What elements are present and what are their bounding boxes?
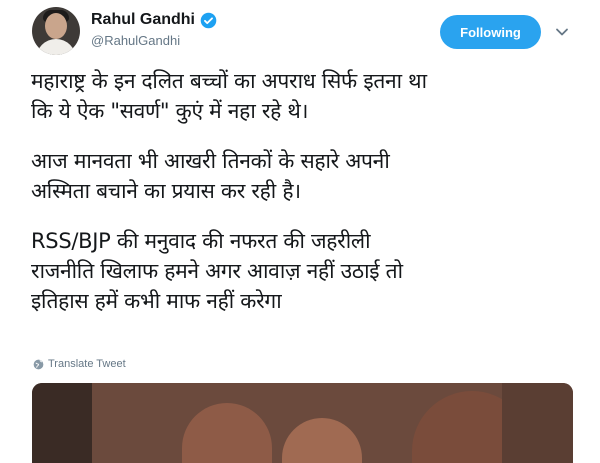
media-region [502, 383, 573, 463]
avatar-body [36, 39, 76, 55]
tweet-text: महाराष्ट्र के इन दलित बच्चों का अपराध सि… [31, 66, 591, 336]
tweet-paragraph: RSS/BJP की मनुवाद की नफरत की जहरीली राजन… [31, 229, 403, 313]
chevron-down-icon[interactable] [555, 25, 569, 39]
following-button[interactable]: Following [440, 15, 541, 49]
user-name[interactable]: Rahul Gandhi [91, 11, 195, 29]
tweet-paragraph: आज मानवता भी आखरी तिनकों के सहारे अपनी अ… [31, 149, 390, 203]
translate-tweet-label[interactable]: Translate Tweet [48, 358, 126, 370]
avatar-face [45, 13, 67, 39]
user-handle[interactable]: @RahulGandhi [91, 33, 180, 48]
verified-badge-icon [200, 12, 217, 28]
media-region [32, 383, 92, 463]
translate-tweet-link[interactable]: Translate Tweet [33, 358, 126, 370]
media-region [282, 418, 362, 463]
globe-icon [33, 359, 44, 369]
tweet-media[interactable] [32, 383, 573, 463]
user-name-row: Rahul Gandhi [91, 9, 217, 31]
tweet-paragraph: महाराष्ट्र के इन दलित बच्चों का अपराध सि… [31, 69, 427, 123]
avatar[interactable] [32, 7, 80, 55]
media-region [182, 403, 272, 463]
